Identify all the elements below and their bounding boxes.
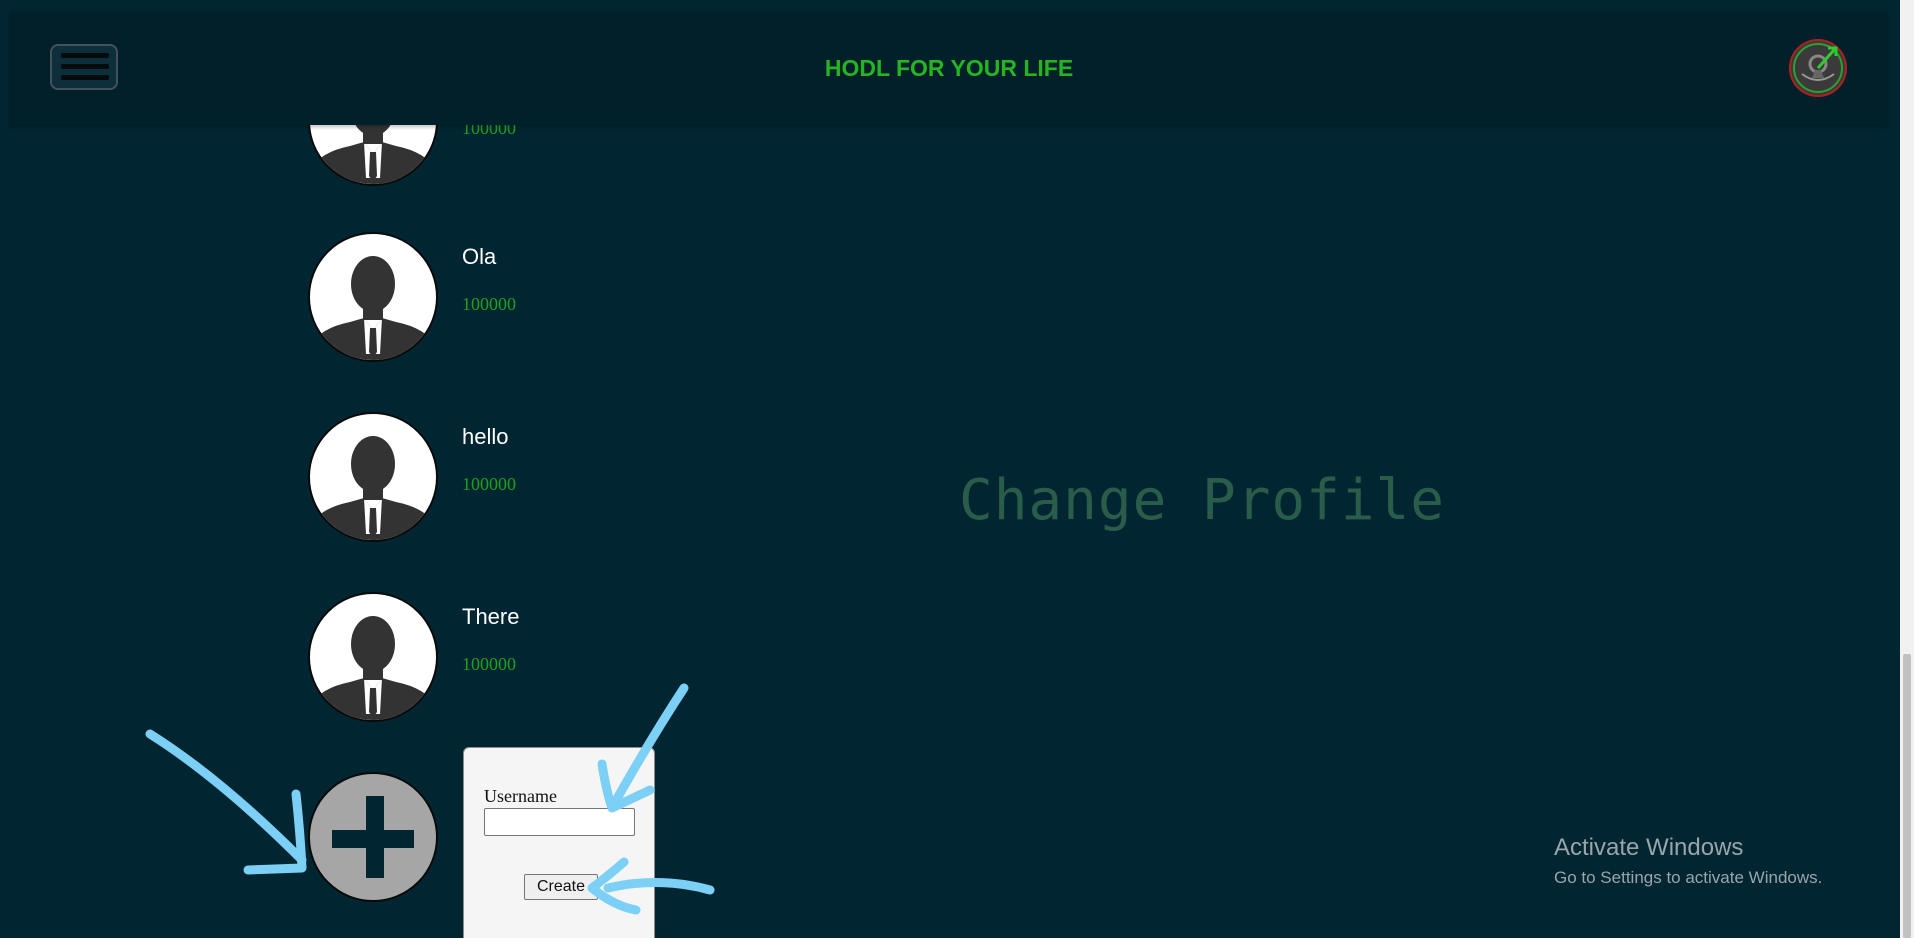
top-header: HODL FOR YOUR LIFE — [10, 12, 1888, 125]
profile-name: There — [462, 604, 520, 629]
scrollbar-thumb[interactable] — [1903, 654, 1911, 938]
vertical-scrollbar[interactable] — [1900, 0, 1914, 938]
avatar — [308, 592, 438, 722]
profile-balance: 100000 — [462, 474, 516, 494]
windows-activation-watermark: Activate Windows Go to Settings to activ… — [1554, 834, 1822, 888]
profile-item[interactable]: Ola 100000 — [308, 232, 708, 362]
profile-item[interactable]: There 100000 — [308, 592, 708, 722]
watermark-title: Activate Windows — [1554, 834, 1744, 861]
add-profile-button[interactable] — [308, 772, 438, 902]
watermark-subtitle: Go to Settings to activate Windows. — [1554, 868, 1823, 887]
annotation-arrows — [145, 683, 715, 915]
profile-name: hello — [462, 424, 509, 449]
profile-item[interactable]: hello 100000 — [308, 412, 708, 542]
app-logo-icon[interactable] — [1788, 38, 1848, 98]
profile-balance: 100000 — [462, 654, 516, 674]
create-profile-form: Username Create — [463, 747, 655, 938]
username-label: Username — [484, 786, 557, 806]
profile-balance: 100000 — [462, 294, 516, 314]
page: 100000 Ola 100000 hello 100000 There 100… — [0, 0, 1914, 938]
avatar — [308, 232, 438, 362]
username-input[interactable] — [484, 808, 635, 836]
change-profile-heading: Change Profile — [959, 468, 1446, 533]
arrow-to-add-button — [145, 729, 307, 865]
profile-name: Ola — [462, 244, 497, 269]
create-button[interactable]: Create — [524, 874, 598, 900]
app-title: HODL FOR YOUR LIFE — [824, 55, 1074, 81]
arrow-to-add-button-head — [243, 789, 307, 875]
avatar — [308, 412, 438, 542]
